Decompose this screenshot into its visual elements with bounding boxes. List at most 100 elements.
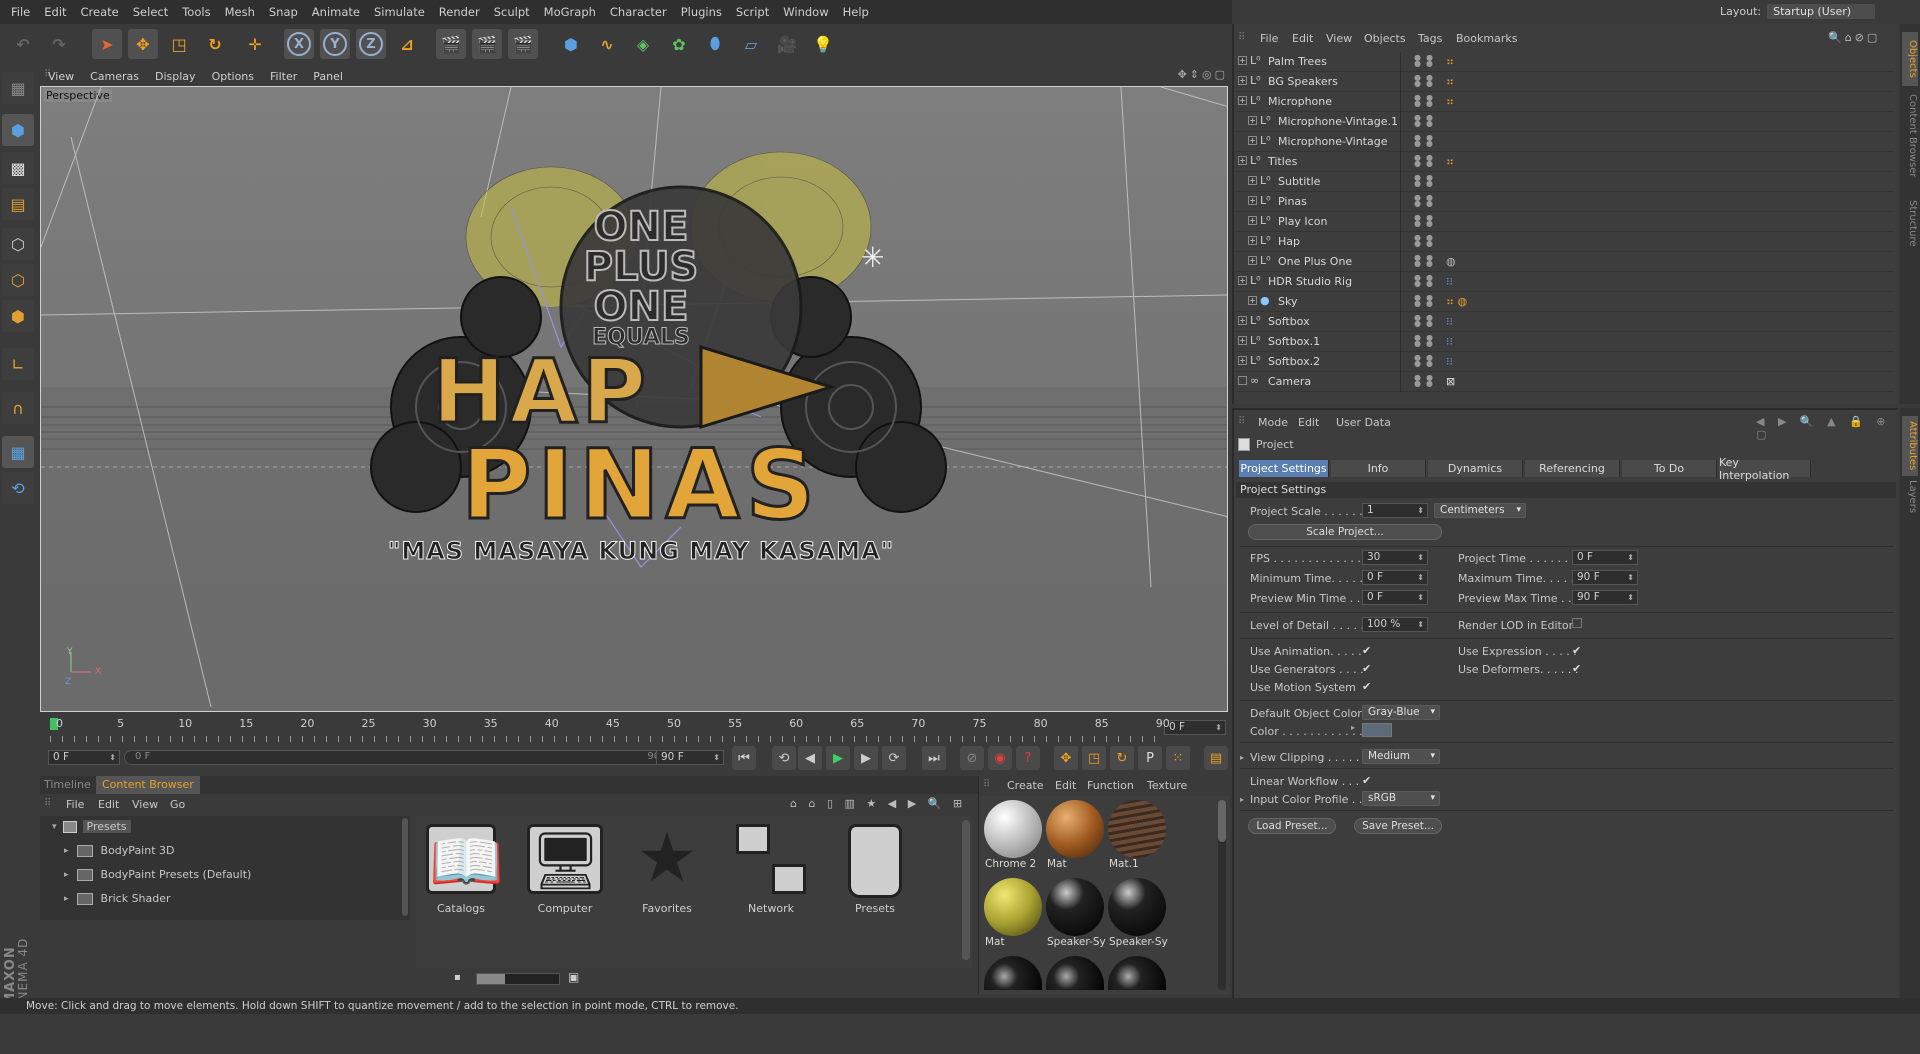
enable-toggle-icon[interactable]: ● ● bbox=[1426, 194, 1433, 208]
viewport-menu-options[interactable]: Options bbox=[204, 70, 262, 83]
record-keys-icon[interactable]: ⊘ bbox=[960, 746, 984, 770]
visibility-dots-icon[interactable]: ● ● bbox=[1414, 214, 1421, 228]
input-profile-expand-icon[interactable]: ▸ bbox=[1240, 795, 1244, 804]
redo-icon[interactable]: ↷ bbox=[44, 29, 74, 59]
layer-tag-icon[interactable]: ⠶ bbox=[1446, 55, 1454, 68]
zoom-out-icon[interactable]: ▪ bbox=[454, 972, 461, 983]
prev-key-icon[interactable]: ⟲ bbox=[772, 746, 796, 770]
zoom-slider[interactable] bbox=[476, 973, 560, 985]
cb-menu-edit[interactable]: Edit bbox=[98, 798, 119, 811]
visibility-dots-icon[interactable]: ● ● bbox=[1414, 294, 1421, 308]
tab-dynamics[interactable]: Dynamics bbox=[1428, 460, 1523, 477]
object-row[interactable]: + ● Sky ● ● ● ● ⠶ ◍ bbox=[1236, 292, 1894, 312]
project-time-field[interactable]: 0 F bbox=[1572, 550, 1638, 565]
color-swatch[interactable] bbox=[1362, 723, 1392, 737]
menu-item-file[interactable]: File bbox=[4, 5, 37, 19]
visibility-dots-icon[interactable]: ● ● bbox=[1414, 274, 1421, 288]
visibility-dots-icon[interactable]: ● ● bbox=[1414, 314, 1421, 328]
viewport-menu-view[interactable]: View bbox=[40, 70, 82, 83]
mm-menu-texture[interactable]: Texture bbox=[1147, 779, 1187, 792]
menu-item-create[interactable]: Create bbox=[74, 5, 126, 19]
menu-item-animate[interactable]: Animate bbox=[305, 5, 367, 19]
tree-item[interactable]: ▸ Brick Shader bbox=[64, 892, 171, 905]
browser-item-computer[interactable]: 🖥 Computer bbox=[520, 824, 610, 915]
enable-toggle-icon[interactable]: ● ● bbox=[1426, 214, 1433, 228]
minimum-time-field[interactable]: 0 F bbox=[1362, 570, 1428, 585]
tab-to-do[interactable]: To Do bbox=[1622, 460, 1717, 477]
snap-magnet-icon[interactable]: ∩ bbox=[2, 392, 34, 424]
compositing-tag-icon[interactable]: ⁝⁝ bbox=[1446, 355, 1453, 368]
material-swatch[interactable]: Chrome 2 bbox=[983, 800, 1043, 874]
object-row[interactable]: + L⁰ Subtitle ● ● ● ● bbox=[1236, 172, 1894, 192]
expand-icon[interactable]: + bbox=[1238, 96, 1247, 105]
tab-timeline[interactable]: Timeline bbox=[44, 778, 91, 791]
material-swatch[interactable]: Speaker-Sy bbox=[1107, 878, 1168, 952]
use-animation-checkbox[interactable]: ✔ bbox=[1362, 645, 1374, 657]
preview-max-field[interactable]: 90 F bbox=[1572, 590, 1638, 605]
subdivision-surface-icon[interactable]: ◈ bbox=[628, 29, 658, 59]
expand-icon[interactable]: ▸ bbox=[64, 870, 69, 880]
visibility-dots-icon[interactable]: ● ● bbox=[1414, 134, 1421, 148]
coordinate-system-icon[interactable]: ⊿ bbox=[392, 29, 422, 59]
project-scale-field[interactable]: 1 bbox=[1362, 503, 1428, 518]
menu-item-sculpt[interactable]: Sculpt bbox=[487, 5, 537, 19]
axis-mode-icon[interactable]: ∟ bbox=[2, 348, 34, 380]
edit-render-settings-icon[interactable]: 🎬 bbox=[508, 29, 538, 59]
enable-toggle-icon[interactable]: ● ● bbox=[1426, 54, 1433, 68]
expand-icon[interactable]: ▸ bbox=[64, 846, 69, 856]
key-position-icon[interactable]: ✥ bbox=[1054, 746, 1078, 770]
move-icon[interactable]: ✥ bbox=[128, 29, 158, 59]
model-mode-icon[interactable]: ▦ bbox=[2, 72, 34, 104]
tab-referencing[interactable]: Referencing bbox=[1525, 460, 1620, 477]
enable-toggle-icon[interactable]: ● ● bbox=[1426, 254, 1433, 268]
prev-frame-icon[interactable]: ◀ bbox=[798, 746, 822, 770]
render-view-icon[interactable]: 🎬 bbox=[436, 29, 466, 59]
zoom-in-icon[interactable]: ▣ bbox=[568, 970, 579, 984]
material-ball[interactable] bbox=[984, 956, 1042, 990]
start-frame-field[interactable]: 0 F bbox=[48, 750, 120, 765]
render-lod-checkbox[interactable] bbox=[1572, 618, 1582, 628]
preview-min-field[interactable]: 0 F bbox=[1362, 590, 1428, 605]
layout-dropdown[interactable]: Startup (User) bbox=[1767, 4, 1876, 19]
visibility-dots-icon[interactable]: ● ● bbox=[1414, 334, 1421, 348]
tree-item-presets[interactable]: ▾ Presets bbox=[52, 820, 131, 833]
side-tab-attributes[interactable]: Attributes bbox=[1902, 416, 1918, 476]
om-menu-tags[interactable]: Tags bbox=[1418, 32, 1442, 45]
expand-icon[interactable]: + bbox=[1248, 116, 1257, 125]
visibility-dots-icon[interactable]: ● ● bbox=[1414, 354, 1421, 368]
cb-menu-view[interactable]: View bbox=[132, 798, 158, 811]
maximum-time-field[interactable]: 90 F bbox=[1572, 570, 1638, 585]
cube-icon[interactable]: ⬢ bbox=[556, 29, 586, 59]
material-ball[interactable] bbox=[1108, 956, 1166, 990]
object-row[interactable]: + L⁰ Microphone-Vintage ● ● ● ● bbox=[1236, 132, 1894, 152]
tab-key-interpolation[interactable]: Key Interpolation bbox=[1719, 456, 1811, 482]
menu-item-mesh[interactable]: Mesh bbox=[218, 5, 262, 19]
viewport-menu-filter[interactable]: Filter bbox=[262, 70, 305, 83]
viewport-menu-panel[interactable]: Panel bbox=[305, 70, 351, 83]
tab-content-browser[interactable]: Content Browser bbox=[96, 776, 200, 794]
menu-item-select[interactable]: Select bbox=[126, 5, 175, 19]
cb-menu-file[interactable]: File bbox=[66, 798, 84, 811]
color-expand-icon[interactable]: ▸ bbox=[1351, 723, 1355, 732]
key-rotation-icon[interactable]: ↻ bbox=[1110, 746, 1134, 770]
visibility-dots-icon[interactable]: ● ● bbox=[1414, 74, 1421, 88]
camera-icon[interactable]: 🎥 bbox=[772, 29, 802, 59]
layer-tag-icon[interactable]: ⠶ bbox=[1446, 75, 1454, 88]
workplane-lock-icon[interactable]: ▦ bbox=[2, 436, 34, 468]
om-menu-edit[interactable]: Edit bbox=[1292, 32, 1313, 45]
layout-selector[interactable]: Layout: Startup (User) bbox=[1720, 3, 1900, 20]
undo-icon[interactable]: ↶ bbox=[8, 29, 38, 59]
expand-icon[interactable]: + bbox=[1238, 356, 1247, 365]
menu-item-edit[interactable]: Edit bbox=[37, 5, 73, 19]
scale-project-button[interactable]: Scale Project... bbox=[1248, 524, 1442, 540]
object-row[interactable]: + L⁰ Play Icon ● ● ● ● bbox=[1236, 212, 1894, 232]
side-tab-layers[interactable]: Layers bbox=[1902, 480, 1918, 520]
browser-item-favorites[interactable]: ★ Favorites bbox=[622, 824, 712, 916]
viewport-menu-display[interactable]: Display bbox=[147, 70, 204, 83]
enable-toggle-icon[interactable]: ● ● bbox=[1426, 274, 1433, 288]
expand-icon[interactable]: + bbox=[1238, 76, 1247, 85]
object-row[interactable]: ∞ Camera ● ● ● ● ⊠ bbox=[1236, 372, 1894, 392]
material-swatch[interactable]: Mat bbox=[983, 878, 1043, 952]
enable-toggle-icon[interactable]: ● ● bbox=[1426, 234, 1433, 248]
expand-icon[interactable]: + bbox=[1238, 316, 1247, 325]
